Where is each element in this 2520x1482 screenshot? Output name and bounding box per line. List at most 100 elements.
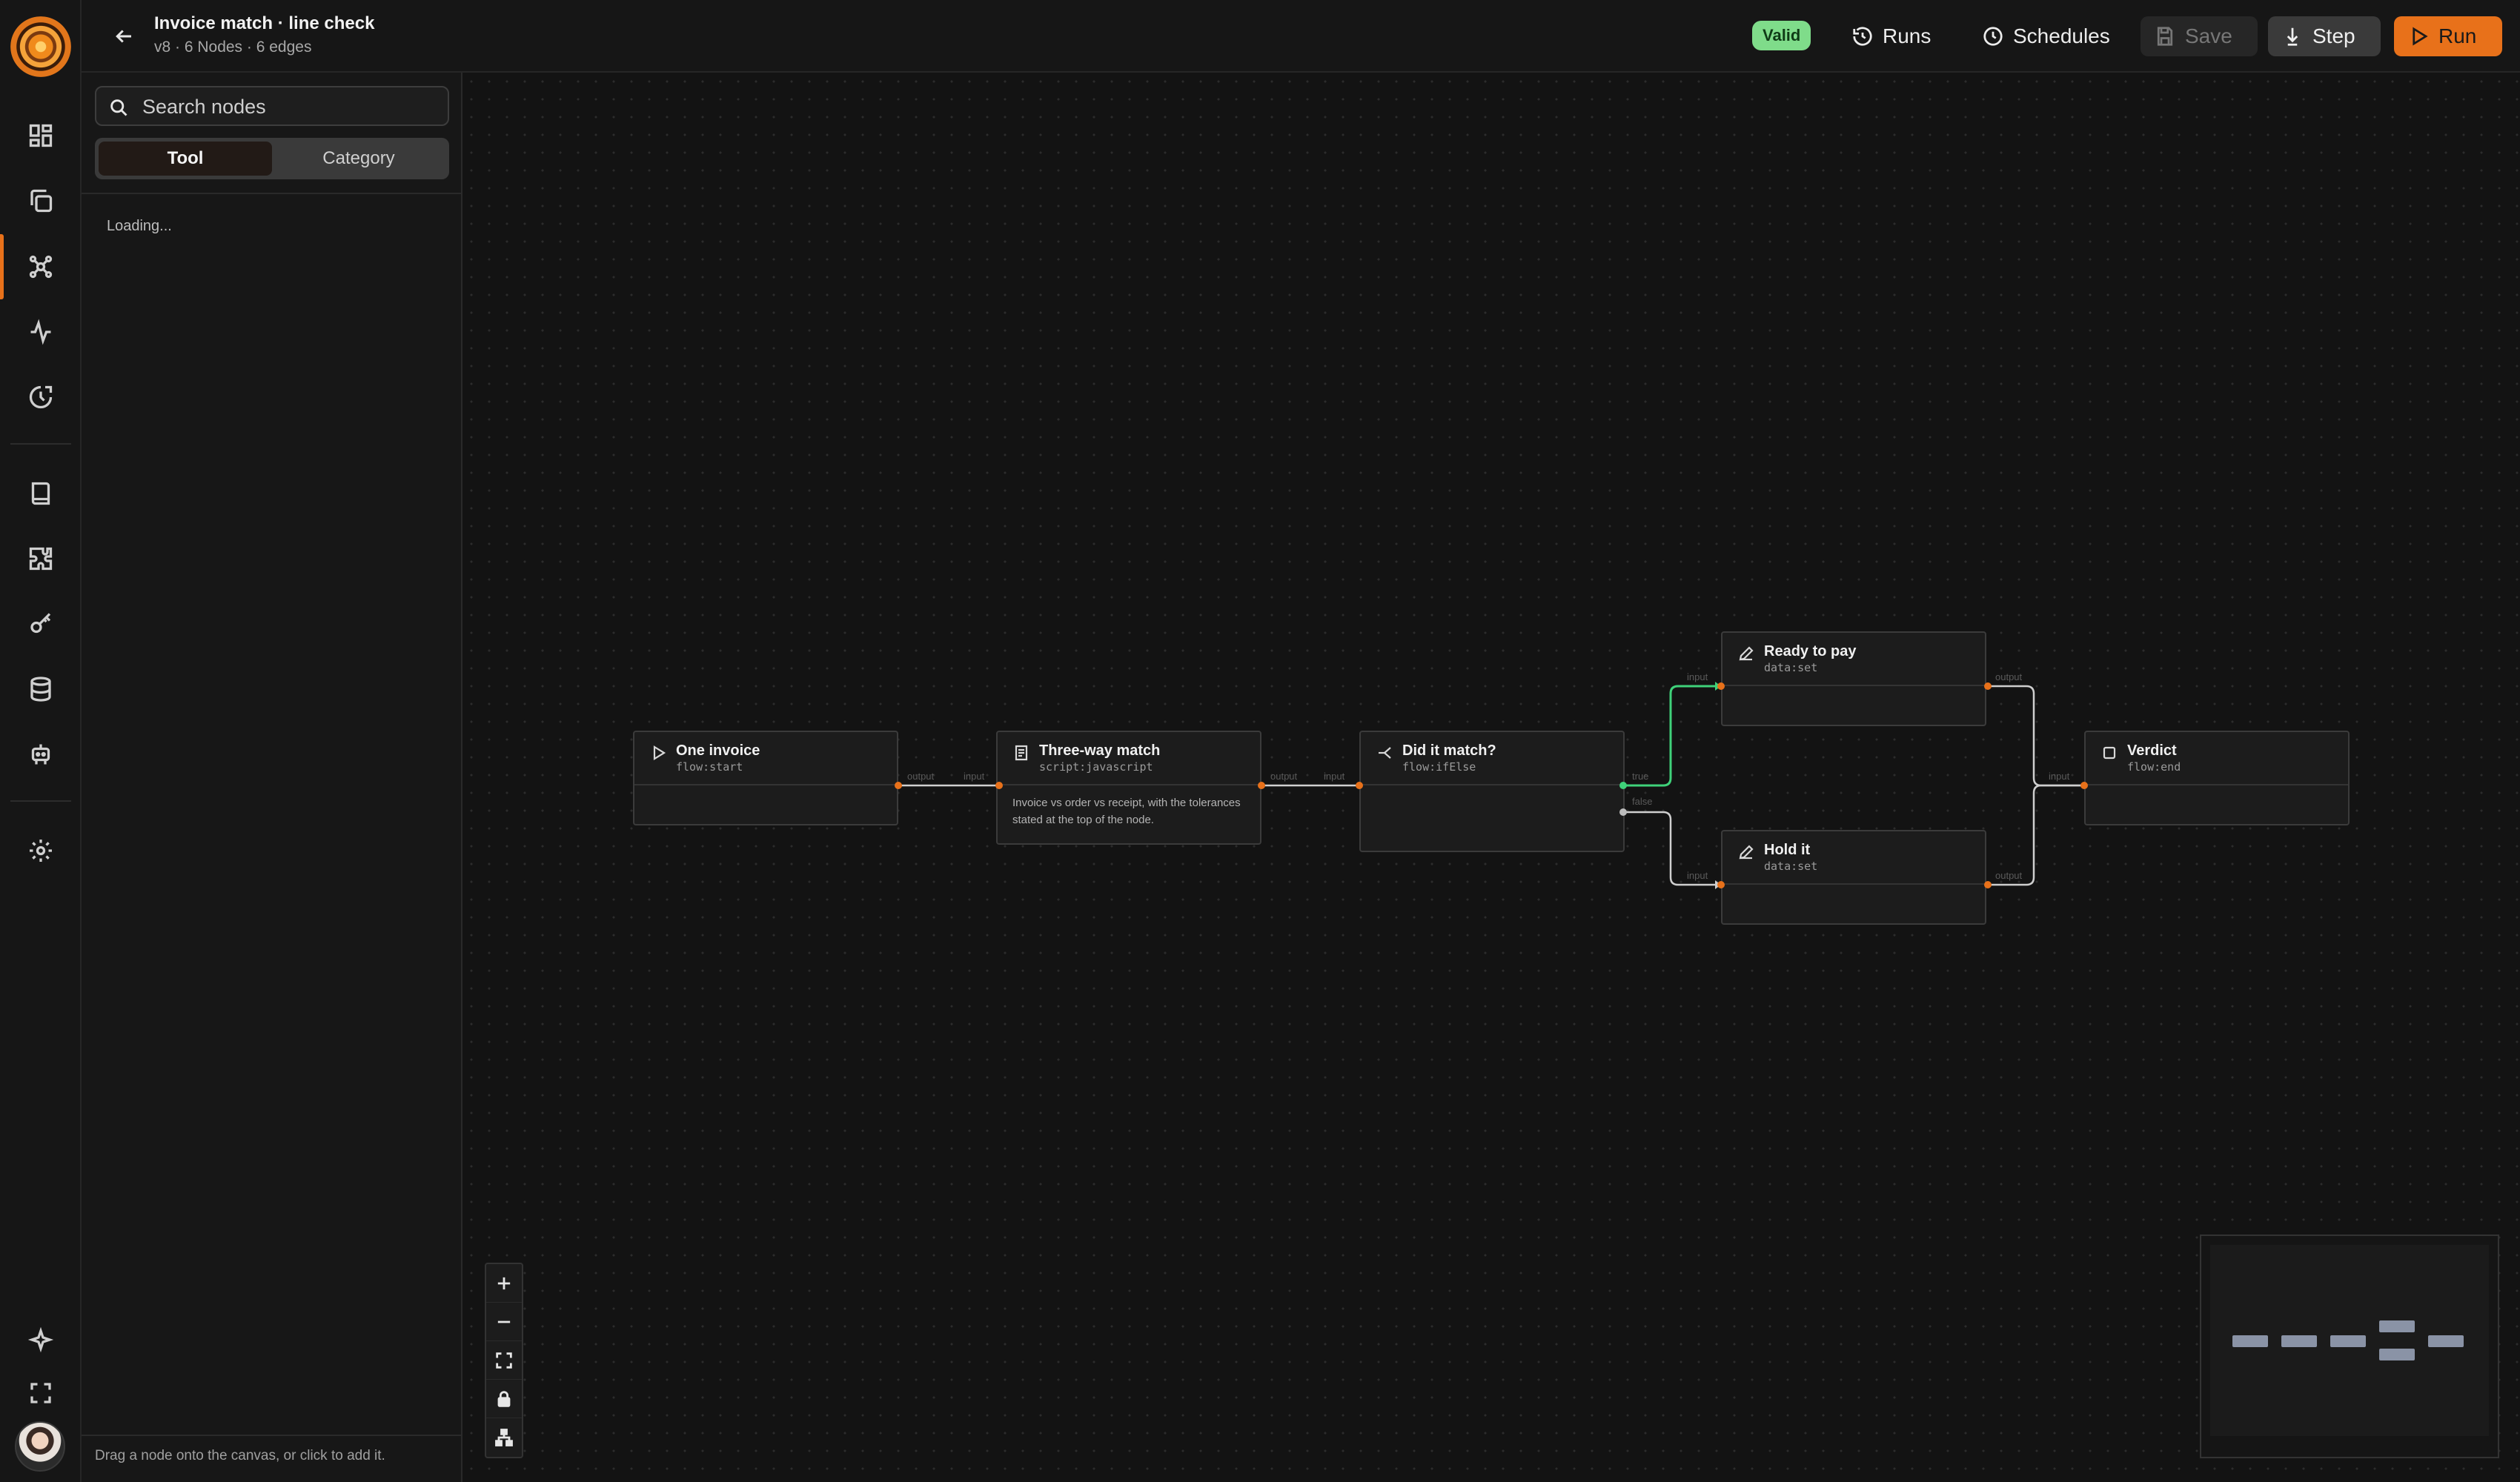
- arrow-left-icon: [116, 30, 131, 43]
- node-name: Did it match?: [1402, 742, 1496, 759]
- node-header: Ready to pay data:set: [1722, 633, 1985, 686]
- database-icon[interactable]: [20, 668, 62, 710]
- node-three-way-match[interactable]: Three-way match script:javascript Invoic…: [996, 731, 1261, 845]
- fit-view-button[interactable]: [486, 1341, 522, 1380]
- app-logo[interactable]: [10, 16, 71, 77]
- loading-text: Loading...: [107, 218, 172, 234]
- port-label: input: [964, 771, 985, 782]
- copy-icon[interactable]: [20, 180, 62, 222]
- minimap-viewport: [2210, 1245, 2489, 1436]
- play-icon: [653, 745, 666, 760]
- port-label: true: [1632, 771, 1649, 782]
- port-label: output: [1270, 771, 1298, 782]
- workflow-meta: v8 · 6 Nodes · 6 edges: [154, 39, 312, 56]
- stop-icon: [2103, 746, 2116, 760]
- output-port[interactable]: [1984, 682, 1992, 690]
- schedules-button[interactable]: Schedules: [1969, 16, 2123, 56]
- key-icon[interactable]: [20, 603, 62, 645]
- rail-divider: [10, 800, 71, 802]
- port-label: input: [1687, 671, 1708, 682]
- step-label: Step: [2312, 24, 2355, 47]
- output-port[interactable]: [1984, 881, 1992, 888]
- true-port[interactable]: [1619, 782, 1627, 789]
- plus-icon: [497, 1277, 511, 1289]
- auto-layout-button[interactable]: [486, 1418, 522, 1457]
- branch-icon: [1379, 747, 1391, 759]
- output-port[interactable]: [895, 782, 902, 789]
- history-icon[interactable]: [20, 376, 62, 418]
- runs-label: Runs: [1883, 24, 1932, 47]
- clock-icon: [1983, 27, 2003, 46]
- node-header: Verdict flow:end: [2086, 732, 2348, 785]
- node-type: data:set: [1764, 860, 1818, 873]
- pencil-icon: [1739, 646, 1754, 661]
- run-button[interactable]: Run: [2394, 16, 2502, 56]
- node-branch[interactable]: Did it match? flow:ifElse: [1359, 731, 1625, 852]
- workflows-icon[interactable]: [0, 234, 62, 299]
- node-start[interactable]: One invoice flow:start: [633, 731, 898, 825]
- node-description: Invoice vs order vs receipt, with the to…: [1012, 797, 1241, 826]
- step-button[interactable]: Step: [2268, 16, 2381, 56]
- activity-icon[interactable]: [20, 311, 62, 353]
- zoom-out-button[interactable]: [486, 1303, 522, 1341]
- port-label: input: [2049, 771, 2070, 782]
- save-button[interactable]: Save: [2141, 16, 2258, 56]
- panel-divider: [82, 193, 462, 194]
- minimap[interactable]: [2200, 1235, 2499, 1458]
- tab-tool[interactable]: Tool: [99, 142, 272, 176]
- robot-icon[interactable]: [20, 734, 62, 775]
- node-hold-it[interactable]: Hold it data:set: [1721, 830, 1986, 925]
- workflow-title: Invoice match · line check: [154, 13, 375, 33]
- settings-icon[interactable]: [20, 830, 62, 871]
- puzzle-icon[interactable]: [20, 538, 62, 579]
- run-label: Run: [2438, 24, 2477, 47]
- node-name: Hold it: [1764, 842, 1811, 858]
- port-label: false: [1632, 796, 1653, 807]
- view-toggle: Tool Category: [95, 138, 449, 179]
- false-port[interactable]: [1619, 808, 1627, 816]
- output-port[interactable]: [1258, 782, 1265, 789]
- node-header: Three-way match script:javascript: [998, 732, 1260, 785]
- edge-ready-end[interactable]: [1988, 685, 2084, 787]
- input-port[interactable]: [1356, 782, 1363, 789]
- node-palette: Tool Category Loading... Drag a node ont…: [82, 73, 462, 1482]
- input-port[interactable]: [1717, 881, 1725, 888]
- status-badge: Valid: [1752, 21, 1811, 50]
- fullscreen-icon[interactable]: [20, 1372, 62, 1414]
- minimap-node: [2281, 1335, 2317, 1347]
- avatar[interactable]: [15, 1421, 65, 1472]
- lock-button[interactable]: [486, 1380, 522, 1418]
- search-box: [95, 86, 449, 126]
- save-label: Save: [2185, 24, 2232, 47]
- input-port[interactable]: [995, 782, 1003, 789]
- palette-hint: Drag a node onto the canvas, or click to…: [95, 1448, 385, 1463]
- rail-divider: [10, 443, 71, 445]
- port-label: input: [1687, 870, 1708, 881]
- zoom-in-button[interactable]: [486, 1264, 522, 1303]
- node-name: Three-way match: [1039, 742, 1161, 759]
- node-header: One invoice flow:start: [634, 732, 897, 785]
- search-input[interactable]: [142, 93, 439, 120]
- fit-view-icon: [496, 1352, 512, 1369]
- node-verdict[interactable]: Verdict flow:end: [2084, 731, 2350, 825]
- auto-layout-icon: [495, 1429, 513, 1446]
- script-icon: [1015, 745, 1028, 761]
- pencil-icon: [1739, 845, 1754, 860]
- workflow-editor: Invoice match · line check v8 · 6 Nodes …: [0, 0, 2520, 1482]
- sparkle-icon[interactable]: [20, 1319, 62, 1360]
- input-port[interactable]: [1717, 682, 1725, 690]
- workflow-canvas[interactable]: output input output input true false inp…: [462, 73, 2520, 1482]
- minimap-node: [2232, 1335, 2268, 1347]
- tab-category[interactable]: Category: [272, 142, 445, 176]
- lock-icon: [497, 1390, 511, 1407]
- play-icon: [2413, 27, 2428, 46]
- node-ready-to-pay[interactable]: Ready to pay data:set: [1721, 631, 1986, 726]
- top-bar: Invoice match · line check v8 · 6 Nodes …: [82, 0, 2520, 73]
- save-icon: [2157, 27, 2173, 46]
- back-button[interactable]: [107, 19, 141, 53]
- runs-button[interactable]: Runs: [1838, 16, 1944, 56]
- input-port[interactable]: [2080, 782, 2088, 789]
- book-icon[interactable]: [20, 473, 62, 514]
- dashboard-icon[interactable]: [20, 115, 62, 156]
- minimap-node: [2428, 1335, 2464, 1347]
